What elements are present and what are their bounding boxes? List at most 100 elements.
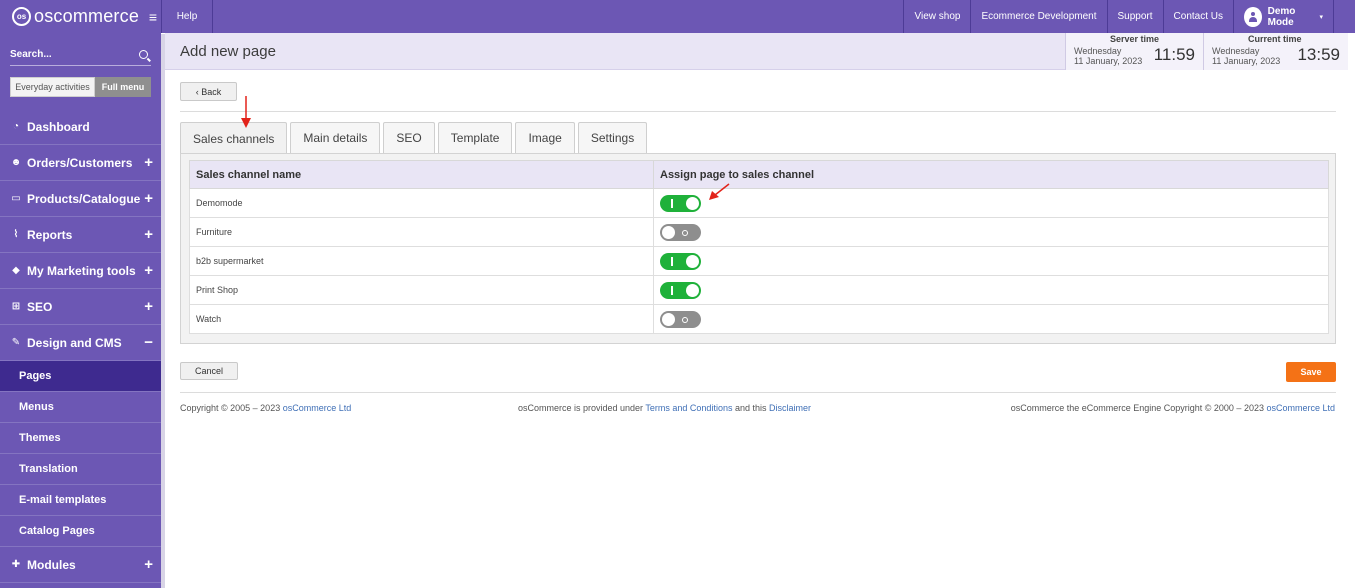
sidebar-item-products-catalogue[interactable]: ▭ Products/Catalogue + <box>0 181 161 217</box>
switch-glyph <box>682 316 688 323</box>
sidebar-item-design-cms[interactable]: ✎ Design and CMS − <box>0 325 161 361</box>
footer-text: and this <box>732 403 769 413</box>
sidebar-item-seo[interactable]: ⊞ SEO + <box>0 289 161 325</box>
expand-icon[interactable]: + <box>144 556 153 573</box>
switch-glyph <box>671 256 673 266</box>
cancel-button[interactable]: Cancel <box>180 362 238 380</box>
hamburger-menu-icon[interactable]: ≡ <box>149 9 157 25</box>
table-row: b2b supermarket <box>189 246 1329 276</box>
sidebar-subitem-themes[interactable]: Themes <box>0 423 161 454</box>
tab-bar: Sales channels Main details SEO Template… <box>180 122 650 154</box>
help-link[interactable]: Help <box>161 0 213 33</box>
divider <box>180 392 1336 393</box>
expand-icon[interactable]: + <box>144 154 153 171</box>
sidebar-item-modules[interactable]: ✚ Modules + <box>0 547 161 583</box>
sidebar-subitem-email-templates[interactable]: E-mail templates <box>0 485 161 516</box>
footer-copyright: Copyright © 2005 – 2023 osCommerce Ltd <box>180 403 351 413</box>
assign-toggle-switch[interactable] <box>660 281 701 299</box>
switch-glyph <box>671 198 673 208</box>
sidebar-item-label: Modules <box>27 557 76 572</box>
footer-terms: osCommerce is provided under Terms and C… <box>518 403 811 413</box>
sidebar-menu: ◔ Dashboard ☻ Orders/Customers + ▭ Produ… <box>0 109 161 583</box>
current-clock: 13:59 <box>1297 45 1340 64</box>
assign-toggle-switch[interactable] <box>660 252 701 270</box>
expand-icon[interactable]: + <box>144 226 153 243</box>
disclaimer-link[interactable]: Disclaimer <box>769 403 811 413</box>
oscommerce-logo-icon[interactable]: os <box>12 7 31 26</box>
sidebar-subitem-catalog-pages[interactable]: Catalog Pages <box>0 516 161 547</box>
switch-glyph <box>671 285 673 295</box>
search-icon[interactable] <box>139 50 148 59</box>
view-shop-link[interactable]: View shop <box>903 0 970 33</box>
footer-text: Copyright © 2005 – 2023 <box>180 403 283 413</box>
everyday-activities-button[interactable]: Everyday activities <box>10 77 95 97</box>
tab-sales-channels[interactable]: Sales channels <box>180 122 288 154</box>
sidebar-item-label: My Marketing tools <box>27 263 136 278</box>
save-button[interactable]: Save <box>1286 362 1336 382</box>
sidebar-item-reports[interactable]: ⌇ Reports + <box>0 217 161 253</box>
sidebar-item-label: SEO <box>27 299 53 314</box>
assign-toggle-switch[interactable] <box>660 310 701 328</box>
channel-assign-cell <box>653 246 1329 276</box>
expand-icon[interactable]: + <box>144 190 153 207</box>
sidebar-edge <box>161 34 165 588</box>
assign-toggle-switch[interactable] <box>660 194 701 212</box>
footer-engine: osCommerce the eCommerce Engine Copyrigh… <box>1011 403 1335 413</box>
sales-channels-table: Sales channel name Assign page to sales … <box>189 160 1329 334</box>
full-menu-button[interactable]: Full menu <box>95 77 151 97</box>
oscommerce-ltd-link[interactable]: osCommerce Ltd <box>283 403 352 413</box>
table-row: Furniture <box>189 217 1329 247</box>
support-link[interactable]: Support <box>1106 0 1163 33</box>
ecommerce-development-link[interactable]: Ecommerce Development <box>970 0 1106 33</box>
sales-channels-panel: Sales channel name Assign page to sales … <box>180 153 1336 344</box>
user-icon <box>1248 11 1257 22</box>
channel-name: Demomode <box>189 188 654 218</box>
switch-knob <box>686 254 699 268</box>
top-bar: Help View shop Ecommerce Development Sup… <box>161 0 1355 33</box>
sidebar-item-marketing-tools[interactable]: ◆ My Marketing tools + <box>0 253 161 289</box>
logo-text[interactable]: oscommerce <box>34 6 139 27</box>
switch-knob <box>662 312 675 326</box>
collapse-icon[interactable]: − <box>144 334 153 351</box>
server-day: Wednesday <box>1074 46 1122 56</box>
switch-knob <box>662 225 675 239</box>
search-input[interactable] <box>10 49 130 60</box>
tab-main-details[interactable]: Main details <box>290 122 381 153</box>
server-time-box: Server time Wednesday 11 January, 2023 11… <box>1065 33 1203 70</box>
chart-icon: ⌇ <box>13 229 19 240</box>
folder-icon: ▭ <box>11 193 21 204</box>
contact-us-link[interactable]: Contact Us <box>1162 0 1233 33</box>
channel-name: Furniture <box>189 217 654 247</box>
channel-assign-cell <box>653 304 1329 334</box>
terms-link[interactable]: Terms and Conditions <box>645 403 732 413</box>
expand-icon[interactable]: + <box>144 298 153 315</box>
page-title: Add new page <box>180 43 276 60</box>
sidebar-subitem-translation[interactable]: Translation <box>0 454 161 485</box>
switch-knob <box>686 196 699 210</box>
sidebar-item-dashboard[interactable]: ◔ Dashboard <box>0 109 161 145</box>
tab-seo[interactable]: SEO <box>383 122 435 153</box>
tab-template[interactable]: Template <box>437 122 513 153</box>
top-bar-spacer <box>213 0 903 33</box>
channel-assign-cell <box>653 275 1329 305</box>
sidebar-item-label: Orders/Customers <box>27 155 133 170</box>
sidebar: os oscommerce ≡ Everyday activities Full… <box>0 0 161 588</box>
user-menu[interactable]: Demo Mode ▾ <box>1233 0 1334 33</box>
back-button[interactable]: ‹ Back <box>180 82 237 101</box>
oscommerce-ltd-link[interactable]: osCommerce Ltd <box>1266 403 1335 413</box>
server-date: Wednesday 11 January, 2023 <box>1074 46 1142 66</box>
expand-icon[interactable]: + <box>144 262 153 279</box>
table-row: Demomode <box>189 188 1329 218</box>
puzzle-icon: ✚ <box>11 559 21 570</box>
sidebar-item-label: Dashboard <box>27 119 90 134</box>
sidebar-subitem-pages[interactable]: Pages <box>0 361 161 392</box>
sidebar-subitem-menus[interactable]: Menus <box>0 392 161 423</box>
channel-name: Watch <box>189 304 654 334</box>
switch-knob <box>686 283 699 297</box>
sidebar-item-orders-customers[interactable]: ☻ Orders/Customers + <box>0 145 161 181</box>
server-clock: 11:59 <box>1153 45 1195 64</box>
assign-toggle-switch[interactable] <box>660 223 701 241</box>
tab-settings[interactable]: Settings <box>577 122 648 153</box>
current-day: Wednesday <box>1212 46 1260 56</box>
tab-image[interactable]: Image <box>515 122 575 153</box>
